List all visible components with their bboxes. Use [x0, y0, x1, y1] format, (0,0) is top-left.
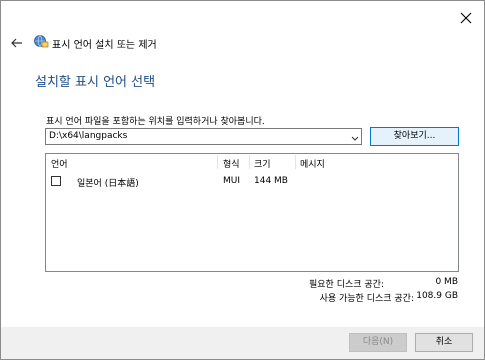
next-button[interactable]: 다음(N): [349, 333, 407, 352]
available-space-label: 사용 가능한 디스크 공간:: [319, 294, 414, 304]
close-icon[interactable]: [458, 10, 474, 26]
window-nav-title: 표시 언어 설치 또는 제거: [52, 40, 157, 51]
column-header-message[interactable]: 메시지: [300, 157, 325, 170]
required-space-label: 필요한 디스크 공간:: [309, 280, 384, 290]
column-header-size[interactable]: 크기: [254, 157, 271, 170]
column-divider: [217, 155, 218, 169]
column-header-format[interactable]: 형식: [223, 157, 240, 170]
browse-button[interactable]: 찾아보기...: [370, 127, 459, 146]
column-divider: [295, 155, 296, 169]
language-name[interactable]: 일본어 (日本語): [77, 176, 139, 189]
column-divider: [249, 155, 250, 169]
instruction-text: 표시 언어 파일을 포함하는 위치를 입력하거나 찾아봅니다.: [46, 117, 265, 127]
column-header-language[interactable]: 언어: [51, 157, 68, 170]
language-format: MUI: [223, 176, 241, 186]
page-title: 설치할 표시 언어 선택: [35, 75, 156, 90]
language-path-combobox[interactable]: D:\x64\langpacks: [45, 128, 362, 145]
install-language-dialog: 표시 언어 설치 또는 제거 설치할 표시 언어 선택 표시 언어 파일을 포함…: [0, 0, 485, 360]
path-value[interactable]: D:\x64\langpacks: [49, 131, 127, 141]
required-space-value: 0 MB: [435, 277, 458, 287]
available-space-value: 108.9 GB: [416, 291, 458, 301]
language-globe-icon: [33, 33, 49, 49]
language-size: 144 MB: [254, 176, 288, 186]
language-list[interactable]: 언어 형식 크기 메시지 일본어 (日本語) MUI 144 MB: [45, 153, 459, 272]
language-checkbox[interactable]: [51, 176, 61, 186]
cancel-button[interactable]: 취소: [415, 333, 473, 352]
back-arrow-icon[interactable]: [10, 35, 24, 49]
dialog-footer: 다음(N) 취소: [1, 327, 484, 359]
chevron-down-icon[interactable]: [351, 133, 359, 141]
